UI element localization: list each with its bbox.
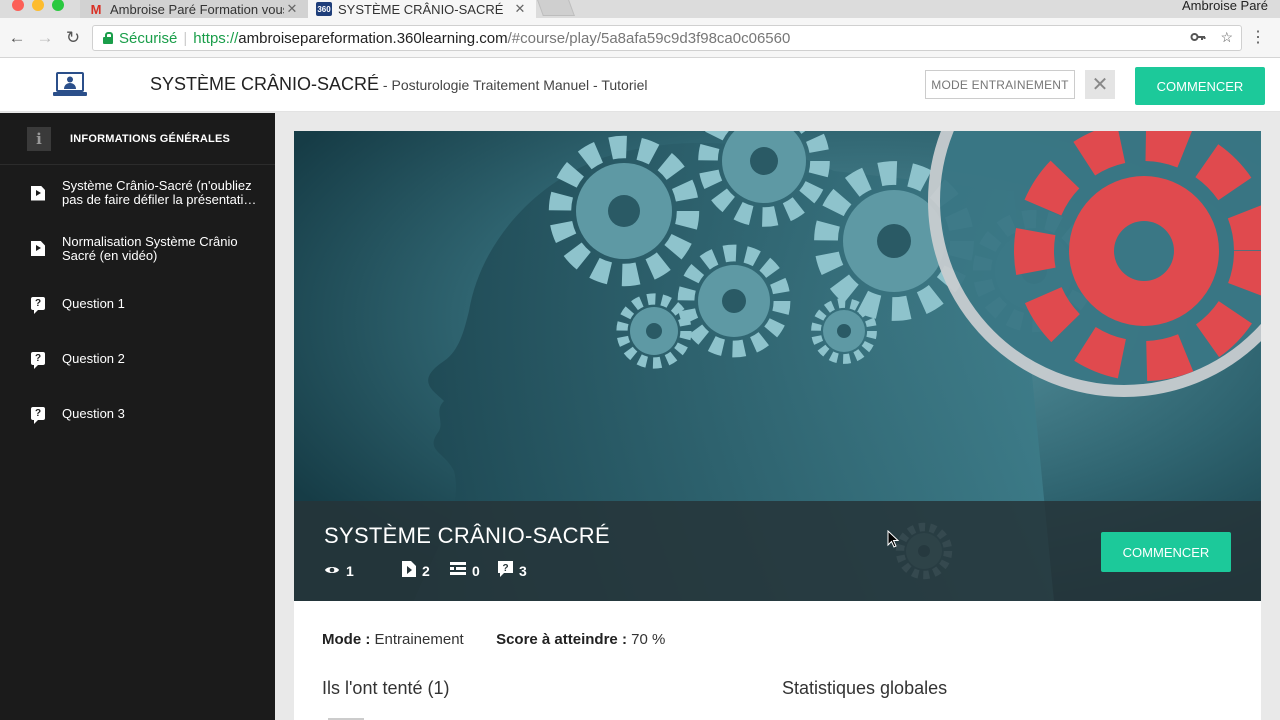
tab-close-icon[interactable]: ✕ bbox=[512, 1, 528, 17]
score-label: Score à atteindre : bbox=[496, 631, 627, 648]
browser-tab-course[interactable]: 360 SYSTÈME CRÂNIO-SACRÉ ✕ bbox=[308, 0, 536, 18]
main-content: SYSTÈME CRÂNIO-SACRÉ 1 2 0 ? 3 COMMENCER… bbox=[275, 113, 1280, 720]
app-header: SYSTÈME CRÂNIO-SACRÉ - Posturologie Trai… bbox=[0, 58, 1280, 112]
course-card: SYSTÈME CRÂNIO-SACRÉ 1 2 0 ? 3 COMMENCER… bbox=[294, 131, 1261, 720]
svg-text:?: ? bbox=[502, 563, 508, 574]
start-button-hero[interactable]: COMMENCER bbox=[1101, 532, 1231, 572]
window-minimize-button[interactable] bbox=[32, 0, 44, 11]
sidebar-item-question-2[interactable]: ? Question 2 bbox=[0, 331, 275, 386]
hero-title: SYSTÈME CRÂNIO-SACRÉ bbox=[324, 523, 610, 548]
docs-count: 0 bbox=[472, 562, 480, 579]
question-icon: ? bbox=[31, 297, 45, 314]
course-subtitle: - Posturologie Traitement Manuel - Tutor… bbox=[379, 77, 648, 93]
list-doc-icon bbox=[450, 562, 472, 579]
questions-count: 3 bbox=[519, 562, 527, 579]
browser-tab-bar: M Ambroise Paré Formation vous ✕ 360 SYS… bbox=[0, 0, 1280, 18]
sidebar-item-label: Question 1 bbox=[62, 295, 125, 311]
browser-tab-gmail[interactable]: M Ambroise Paré Formation vous ✕ bbox=[80, 0, 308, 18]
tab-title: Ambroise Paré Formation vous bbox=[110, 1, 284, 17]
tab-close-icon[interactable]: ✕ bbox=[284, 1, 300, 17]
sidebar: i INFORMATIONS GÉNÉRALES Système Crânio-… bbox=[0, 113, 275, 720]
course-details: Mode : Entrainement Score à atteindre : … bbox=[322, 631, 665, 648]
info-icon: i bbox=[27, 126, 51, 151]
window-zoom-button[interactable] bbox=[52, 0, 64, 11]
sidebar-item-question-1[interactable]: ? Question 1 bbox=[0, 276, 275, 331]
sidebar-item-question-3[interactable]: ? Question 3 bbox=[0, 386, 275, 441]
start-button-header[interactable]: COMMENCER bbox=[1135, 67, 1265, 105]
secure-label: Sécurisé bbox=[119, 29, 178, 47]
gmail-icon: M bbox=[90, 1, 102, 17]
video-doc-icon bbox=[402, 561, 422, 580]
mode-entrainement-button[interactable]: MODE ENTRAINEMENT bbox=[925, 70, 1075, 99]
question-icon: ? bbox=[31, 352, 45, 369]
logo-icon[interactable] bbox=[52, 71, 88, 99]
reload-icon[interactable]: ↻ bbox=[64, 28, 82, 48]
eye-icon bbox=[324, 563, 346, 579]
attempted-heading: Ils l'ont tenté (1) bbox=[322, 678, 450, 698]
address-bar[interactable]: Sécurisé | https://ambroisepareformation… bbox=[92, 25, 1242, 51]
hero-image: SYSTÈME CRÂNIO-SACRÉ 1 2 0 ? 3 COMMENCER bbox=[294, 131, 1261, 601]
back-arrow-icon[interactable]: ← bbox=[8, 28, 26, 48]
views-stat: 1 bbox=[324, 563, 402, 579]
sidebar-item-label: Question 2 bbox=[62, 350, 125, 366]
browser-menu-icon[interactable]: ⋮ bbox=[1250, 28, 1266, 48]
play-icon bbox=[31, 241, 45, 256]
close-icon[interactable]: ✕ bbox=[1085, 70, 1115, 99]
sidebar-item-video-1[interactable]: Système Crânio-Sacré (n'oubliez pas de f… bbox=[0, 165, 275, 221]
questions-stat: ? 3 bbox=[498, 561, 527, 580]
browser-toolbar: ← → ↻ Sécurisé | https://ambroiseparefor… bbox=[0, 18, 1280, 58]
browser-profile-name[interactable]: Ambroise Paré bbox=[1182, 0, 1268, 13]
tab-title: SYSTÈME CRÂNIO-SACRÉ bbox=[338, 1, 504, 17]
sidebar-item-label: Question 3 bbox=[62, 405, 125, 421]
play-icon bbox=[31, 185, 45, 201]
hero-overlay: SYSTÈME CRÂNIO-SACRÉ 1 2 0 ? 3 COMMENCER bbox=[294, 501, 1261, 601]
sidebar-item-video-2[interactable]: Normalisation Système Crânio Sacré (en v… bbox=[0, 221, 275, 276]
360-icon: 360 bbox=[316, 2, 332, 16]
sidebar-item-label: Système Crânio-Sacré (n'oubliez pas de f… bbox=[62, 178, 257, 207]
views-count: 1 bbox=[346, 562, 354, 579]
score-value: 70 % bbox=[631, 631, 666, 648]
lock-icon bbox=[103, 31, 113, 44]
window-close-button[interactable] bbox=[12, 0, 24, 11]
url-host: ambroisepareformation.360learning.com bbox=[238, 29, 508, 47]
course-title: SYSTÈME CRÂNIO-SACRÉ bbox=[150, 74, 380, 94]
url-path: /#course/play/5a8afa59c9d3f98ca0c06560 bbox=[507, 29, 791, 47]
url-separator: | bbox=[183, 29, 188, 47]
question-icon: ? bbox=[498, 561, 519, 580]
bookmark-star-icon[interactable]: ☆ bbox=[1220, 29, 1233, 48]
question-icon: ? bbox=[31, 407, 45, 424]
mode-value: Entrainement bbox=[374, 631, 464, 648]
new-tab-button[interactable] bbox=[537, 0, 575, 16]
page-title: SYSTÈME CRÂNIO-SACRÉ - Posturologie Trai… bbox=[150, 74, 648, 95]
url-protocol: https:// bbox=[193, 29, 239, 47]
key-icon[interactable] bbox=[1190, 29, 1206, 48]
sidebar-item-general-info[interactable]: i INFORMATIONS GÉNÉRALES bbox=[0, 113, 275, 165]
videos-stat: 2 bbox=[402, 561, 450, 580]
sidebar-item-label: INFORMATIONS GÉNÉRALES bbox=[70, 132, 231, 145]
docs-stat: 0 bbox=[450, 562, 498, 579]
videos-count: 2 bbox=[422, 562, 430, 579]
global-stats-heading: Statistiques globales bbox=[782, 678, 948, 698]
sidebar-item-label: Normalisation Système Crânio Sacré (en v… bbox=[62, 233, 238, 263]
mode-label: Mode : bbox=[322, 631, 371, 648]
course-stats: 1 2 0 ? 3 bbox=[324, 561, 527, 580]
forward-arrow-icon[interactable]: → bbox=[36, 28, 54, 48]
mouse-cursor-icon bbox=[887, 530, 899, 548]
